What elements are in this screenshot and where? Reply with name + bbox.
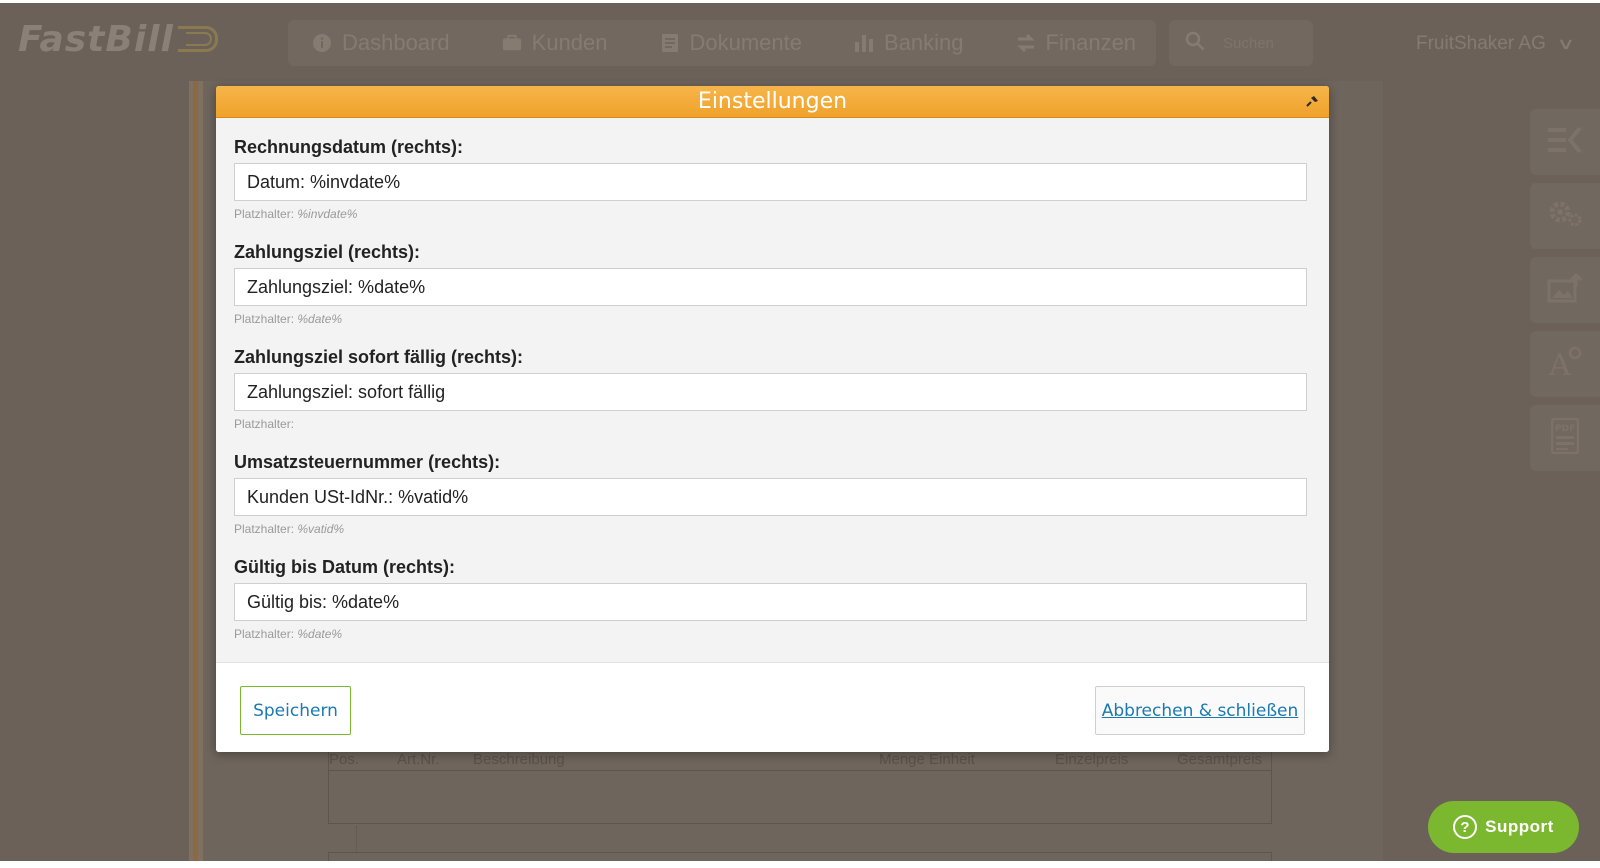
support-label: Support [1485, 817, 1554, 836]
hint-prefix: Platzhalter: [234, 207, 298, 221]
gears-icon [1547, 200, 1583, 233]
top-navigation-bar: FastBill Dashboard Kunden Dokumente Bank… [0, 3, 1600, 81]
dialog-header: Einstellungen [216, 86, 1329, 118]
field-label: Umsatzsteuernummer (rechts): [234, 452, 501, 472]
column-pos: Pos. [329, 751, 360, 768]
main-nav: Dashboard Kunden Dokumente Banking Finan… [288, 20, 1156, 66]
pdf-export-button[interactable]: PDF [1530, 405, 1600, 471]
field-hint: Platzhalter: %date% [234, 627, 1311, 641]
field-label: Rechnungsdatum (rechts): [234, 137, 464, 157]
font-settings-icon: A [1547, 345, 1583, 384]
support-button[interactable]: ? Support [1428, 801, 1579, 853]
search-box [1169, 20, 1313, 66]
nav-dashboard-label: Dashboard [342, 30, 450, 55]
column-beschreibung: Beschreibung [473, 751, 565, 768]
field-hint: Platzhalter: [234, 417, 1311, 431]
save-button[interactable]: Speichern [240, 686, 351, 735]
field-group-gueltig-bis: Gültig bis Datum (rechts): Platzhalter: … [234, 556, 1311, 641]
dialog-title: Einstellungen [697, 89, 848, 114]
field-group-umsatzsteuernummer: Umsatzsteuernummer (rechts): Platzhalter… [234, 451, 1311, 536]
document-table-row [328, 770, 1272, 824]
zahlungsziel-sofort-input[interactable] [234, 373, 1307, 411]
logo-mark-icon [177, 26, 222, 52]
field-label: Zahlungsziel sofort fällig (rechts): [234, 347, 524, 367]
nav-dokumente[interactable]: Dokumente [660, 30, 803, 56]
upload-image-button[interactable] [1530, 257, 1600, 323]
cancel-close-button[interactable]: Abbrechen & schließen [1095, 686, 1305, 735]
nav-finanzen-label: Finanzen [1045, 30, 1137, 55]
zahlungsziel-input[interactable] [234, 268, 1307, 306]
nav-kunden-label: Kunden [531, 30, 608, 55]
column-einzelpreis: Einzelpreis [1055, 751, 1129, 768]
field-hint: Platzhalter: %invdate% [234, 207, 1311, 221]
hint-prefix: Platzhalter: [234, 417, 295, 431]
gueltig-bis-input[interactable] [234, 583, 1307, 621]
field-hint: Platzhalter: %date% [234, 312, 1311, 326]
dialog-body: Rechnungsdatum (rechts): Platzhalter: %i… [216, 118, 1329, 662]
document-divider [356, 826, 357, 852]
document-icon [660, 33, 680, 53]
transfer-arrows-icon [1016, 33, 1036, 53]
hint-placeholders: %date% [297, 627, 343, 641]
fastbill-logo[interactable]: FastBill [18, 18, 222, 60]
chevron-down-icon: ∨ [1556, 36, 1576, 53]
dialog-footer: Speichern Abbrechen & schließen [216, 662, 1329, 752]
svg-text:A: A [1548, 348, 1571, 379]
nav-kunden[interactable]: Kunden [502, 30, 608, 56]
hint-prefix: Platzhalter: [234, 627, 298, 641]
right-tool-rail: A PDF [1530, 109, 1600, 475]
nav-finanzen[interactable]: Finanzen [1016, 30, 1137, 56]
bottom-edge [0, 861, 1600, 868]
column-artnr: Art.Nr. [397, 751, 440, 768]
field-group-rechnungsdatum: Rechnungsdatum (rechts): Platzhalter: %i… [234, 136, 1311, 221]
pin-icon[interactable] [1305, 94, 1319, 108]
image-upload-icon [1547, 272, 1583, 308]
rechnungsdatum-input[interactable] [234, 163, 1307, 201]
settings-dialog: Einstellungen Rechnungsdatum (rechts): P… [216, 86, 1329, 752]
collapse-panel-button[interactable] [1530, 109, 1600, 175]
document-edge-accent [193, 81, 198, 861]
hint-prefix: Platzhalter: [234, 312, 298, 326]
info-circle-icon [312, 33, 332, 53]
bar-chart-icon [854, 33, 874, 53]
company-menu[interactable]: FruitShaker AG ∨ [1416, 33, 1576, 55]
hint-prefix: Platzhalter: [234, 522, 298, 536]
field-group-zahlungsziel-sofort: Zahlungsziel sofort fällig (rechts): Pla… [234, 346, 1311, 431]
hint-placeholders: %vatid% [297, 522, 345, 536]
search-input[interactable] [1223, 34, 1303, 52]
field-label: Zahlungsziel (rechts): [234, 242, 421, 262]
nav-banking-label: Banking [884, 30, 964, 55]
column-menge-einheit: Menge Einheit [879, 751, 975, 768]
briefcase-icon [502, 33, 522, 53]
pdf-icon: PDF [1550, 417, 1580, 459]
umsatzsteuernummer-input[interactable] [234, 478, 1307, 516]
field-hint: Platzhalter: %vatid% [234, 522, 1311, 536]
nav-dashboard[interactable]: Dashboard [312, 30, 450, 56]
field-label: Gültig bis Datum (rechts): [234, 557, 456, 577]
svg-text:PDF: PDF [1555, 424, 1575, 434]
hint-placeholders: %invdate% [297, 207, 358, 221]
help-icon: ? [1453, 815, 1478, 839]
nav-banking[interactable]: Banking [854, 30, 964, 56]
hint-placeholders: %date% [297, 312, 343, 326]
font-settings-button[interactable]: A [1530, 331, 1600, 397]
nav-dokumente-label: Dokumente [689, 30, 803, 55]
company-name: FruitShaker AG [1416, 33, 1546, 54]
settings-button[interactable] [1530, 183, 1600, 249]
logo-text: FastBill [18, 18, 174, 60]
field-group-zahlungsziel: Zahlungsziel (rechts): Platzhalter: %dat… [234, 241, 1311, 326]
collapse-left-icon [1548, 126, 1582, 159]
search-icon [1185, 31, 1205, 56]
column-gesamtpreis: Gesamtpreis [1177, 751, 1263, 768]
